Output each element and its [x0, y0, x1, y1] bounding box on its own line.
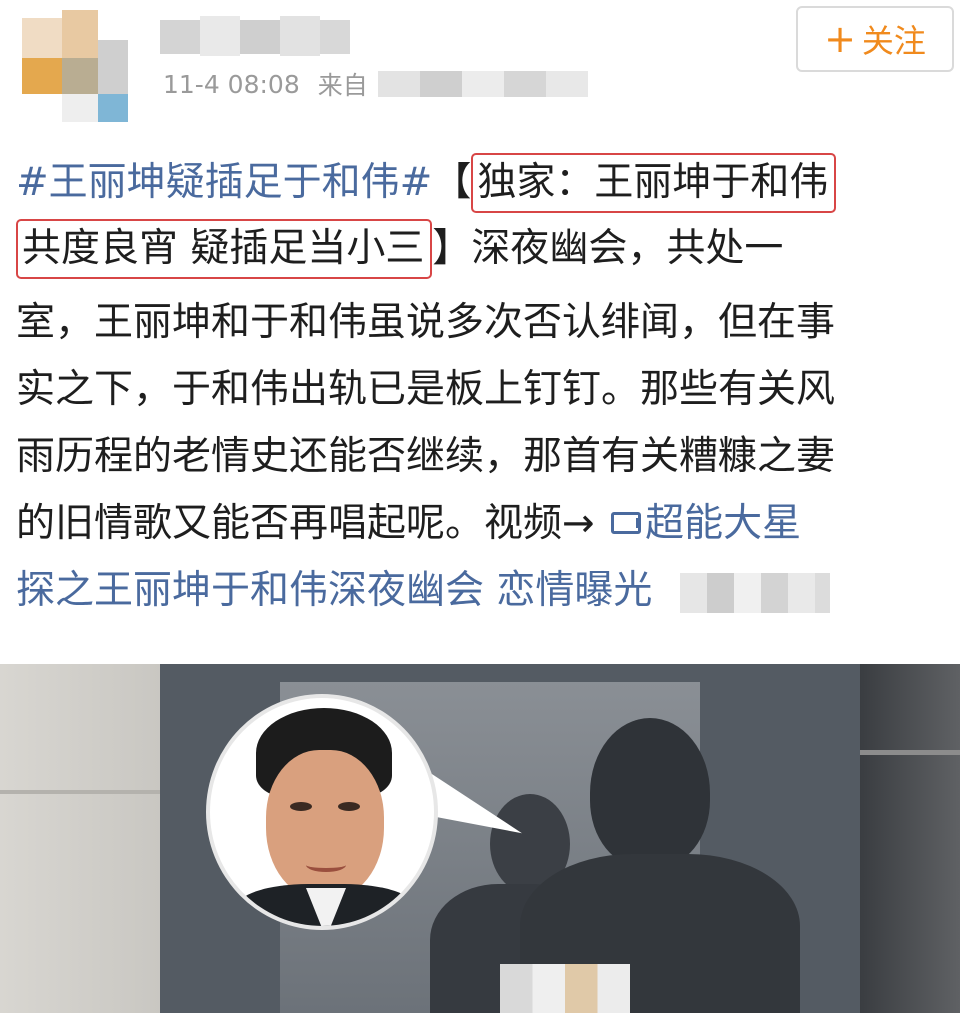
- user-avatar[interactable]: [22, 10, 138, 126]
- link-tail-mask: [680, 572, 831, 613]
- headline-highlight-1: 独家：王丽坤于和伟: [471, 153, 837, 213]
- post-text-6: 的旧情歌又能否再唱起呢。视频→: [16, 501, 608, 546]
- post-text-2: 深夜幽会，共处一: [471, 226, 784, 271]
- post-line-3: 室，王丽坤和于和伟虽说多次否认绯闻，但在事: [16, 300, 836, 345]
- video-link-part-2[interactable]: 探之王丽坤于和伟深夜幽会 恋情曝光: [16, 568, 652, 613]
- post-line-4: 实之下，于和伟出轨已是板上钉钉。那些有关风: [16, 367, 836, 412]
- bracket-open: 【: [432, 160, 472, 205]
- username-mask: [160, 14, 350, 60]
- post-meta: 11-4 08:08 来自: [163, 66, 588, 102]
- source-mask: [377, 71, 588, 97]
- video-link-icon[interactable]: [611, 511, 642, 534]
- follow-button[interactable]: + 关注: [796, 6, 954, 72]
- portrait-bubble: [206, 694, 438, 930]
- photo-pillar: [860, 664, 960, 1013]
- post-line-1: #王丽坤疑插足于和伟#【 独家：王丽坤于和伟: [16, 150, 837, 216]
- post-timestamp: 11-4 08:08: [163, 69, 300, 99]
- post-line-5: 雨历程的老情史还能否继续，那首有关糟糠之妻: [16, 434, 836, 479]
- portrait-right-eye: [338, 802, 360, 811]
- post-line-7: 探之王丽坤于和伟深夜幽会 恋情曝光: [16, 558, 831, 624]
- bracket-close: 】: [432, 226, 472, 271]
- post-line-6: 的旧情歌又能否再唱起呢。视频→ 超能大星: [16, 491, 801, 557]
- portrait-face: [266, 750, 384, 900]
- source-label: 来自: [317, 71, 368, 100]
- photo-wall: [0, 664, 160, 1013]
- portrait-mouth: [306, 858, 346, 872]
- plus-icon: +: [824, 17, 856, 61]
- headline-highlight-2: 共度良宵 疑插足当小三: [16, 219, 433, 279]
- video-link-part-1[interactable]: 超能大星: [645, 501, 801, 546]
- portrait-left-eye: [290, 802, 312, 811]
- follow-label: 关注: [861, 22, 926, 60]
- photo-blur-mask: [500, 964, 630, 1013]
- topic-hashtag[interactable]: #王丽坤疑插足于和伟#: [16, 160, 432, 205]
- post-line-2: 共度良宵 疑插足当小三 】深夜幽会，共处一: [16, 216, 783, 282]
- photo-person-1-head: [590, 718, 710, 868]
